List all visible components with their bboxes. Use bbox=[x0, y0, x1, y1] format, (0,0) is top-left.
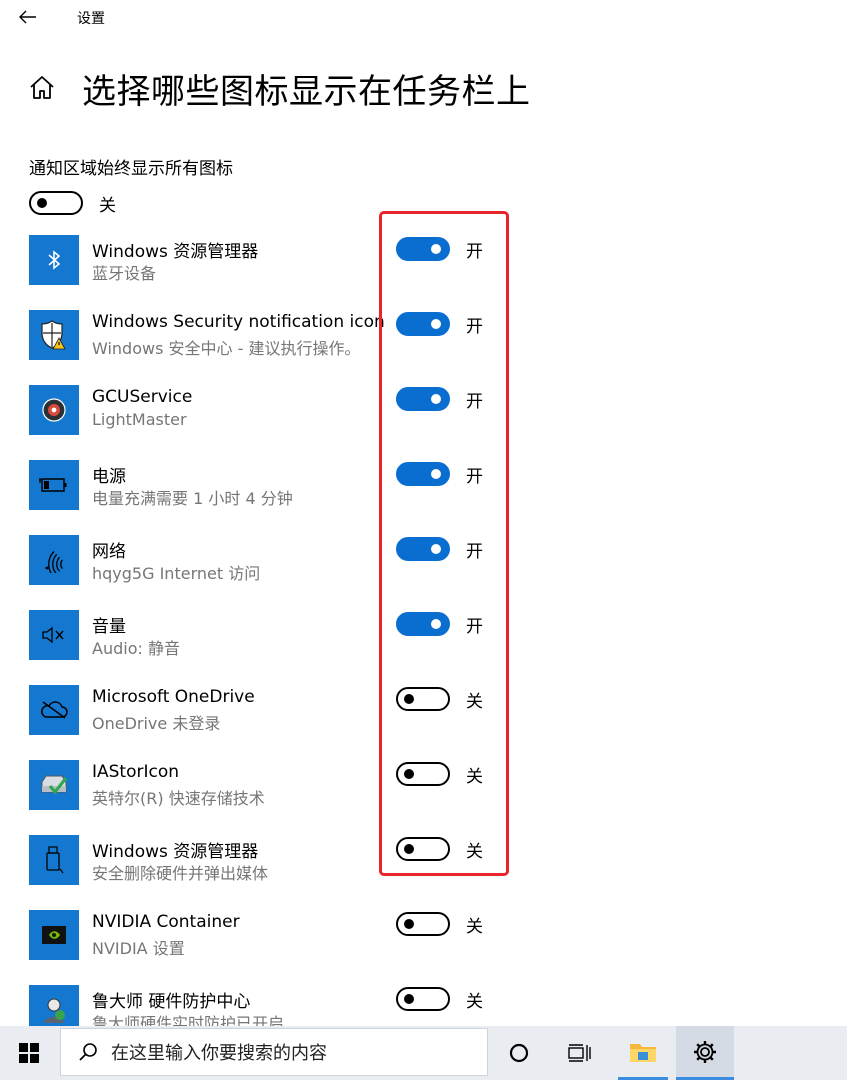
back-arrow-icon bbox=[19, 10, 36, 24]
cortana-icon bbox=[509, 1043, 529, 1063]
volume-muted-icon bbox=[29, 610, 79, 660]
list-item: GCUService LightMaster 开 bbox=[0, 385, 847, 460]
toggle-knob bbox=[404, 844, 414, 854]
item-desc: LightMaster bbox=[92, 410, 187, 429]
search-placeholder: 在这里输入你要搜索的内容 bbox=[111, 1043, 327, 1064]
item-state: 开 bbox=[466, 241, 483, 262]
toggle-knob bbox=[431, 319, 441, 329]
onedrive-icon bbox=[29, 685, 79, 735]
cortana-button[interactable] bbox=[496, 1026, 542, 1080]
item-state: 开 bbox=[466, 466, 483, 487]
always-show-toggle[interactable] bbox=[29, 191, 83, 215]
intel-storage-icon bbox=[29, 760, 79, 810]
item-name: IAStorIcon bbox=[92, 762, 180, 782]
item-state: 关 bbox=[466, 691, 483, 712]
nvidia-icon bbox=[29, 910, 79, 960]
item-name: Windows 资源管理器 bbox=[92, 842, 259, 862]
item-desc: hqyg5G Internet 访问 bbox=[92, 564, 261, 583]
item-state: 关 bbox=[466, 841, 483, 862]
toggle-knob bbox=[431, 469, 441, 479]
item-state: 关 bbox=[466, 916, 483, 937]
search-icon bbox=[77, 1041, 99, 1063]
list-item: 网络 hqyg5G Internet 访问 开 bbox=[0, 535, 847, 610]
always-show-setting: 关 bbox=[29, 190, 116, 216]
list-item: IAStorIcon 英特尔(R) 快速存储技术 关 bbox=[0, 760, 847, 835]
title-bar: 设置 bbox=[0, 0, 847, 36]
item-name: NVIDIA Container bbox=[92, 912, 240, 932]
item-desc: 电量充满需要 1 小时 4 分钟 bbox=[92, 489, 293, 508]
item-name: Microsoft OneDrive bbox=[92, 687, 255, 707]
item-name: 电源 bbox=[92, 467, 126, 487]
file-explorer-icon bbox=[630, 1043, 656, 1062]
item-toggle[interactable] bbox=[396, 537, 450, 561]
toggle-knob bbox=[431, 244, 441, 254]
wifi-icon bbox=[29, 535, 79, 585]
item-toggle[interactable] bbox=[396, 387, 450, 411]
toggle-knob bbox=[37, 198, 47, 208]
item-toggle[interactable] bbox=[396, 612, 450, 636]
task-view-icon bbox=[568, 1044, 591, 1062]
item-desc: 安全删除硬件并弹出媒体 bbox=[92, 864, 269, 883]
file-explorer-button[interactable] bbox=[618, 1026, 668, 1080]
item-desc: NVIDIA 设置 bbox=[92, 939, 185, 958]
gcu-service-icon bbox=[29, 385, 79, 435]
item-name: 鲁大师 硬件防护中心 bbox=[92, 992, 251, 1012]
item-desc: 英特尔(R) 快速存储技术 bbox=[92, 789, 265, 808]
windows-start-icon bbox=[19, 1043, 39, 1063]
always-show-state: 关 bbox=[99, 195, 116, 216]
item-toggle[interactable] bbox=[396, 237, 450, 261]
toggle-knob bbox=[431, 544, 441, 554]
list-item: 电源 电量充满需要 1 小时 4 分钟 开 bbox=[0, 460, 847, 535]
item-name: GCUService bbox=[92, 387, 193, 407]
list-item: Windows Security notification icon Windo… bbox=[0, 310, 847, 385]
taskbar-search-input[interactable]: 在这里输入你要搜索的内容 bbox=[60, 1028, 488, 1076]
list-item: Windows 资源管理器 安全删除硬件并弹出媒体 关 bbox=[0, 835, 847, 910]
item-state: 关 bbox=[466, 991, 483, 1012]
app-title: 设置 bbox=[77, 11, 105, 27]
list-item: NVIDIA Container NVIDIA 设置 关 bbox=[0, 910, 847, 985]
item-toggle[interactable] bbox=[396, 837, 450, 861]
item-desc: Audio: 静音 bbox=[92, 639, 180, 658]
task-view-button[interactable] bbox=[556, 1026, 602, 1080]
item-state: 开 bbox=[466, 616, 483, 637]
toggle-knob bbox=[404, 694, 414, 704]
item-toggle[interactable] bbox=[396, 312, 450, 336]
list-item: Windows 资源管理器 蓝牙设备 开 bbox=[0, 235, 847, 310]
bluetooth-icon bbox=[29, 235, 79, 285]
item-name: Windows Security notification icon bbox=[92, 312, 385, 332]
back-button[interactable] bbox=[14, 4, 42, 30]
item-desc: OneDrive 未登录 bbox=[92, 714, 221, 733]
settings-taskbar-button[interactable] bbox=[676, 1026, 734, 1080]
item-state: 关 bbox=[466, 766, 483, 787]
list-item: 音量 Audio: 静音 开 bbox=[0, 610, 847, 685]
toggle-knob bbox=[404, 769, 414, 779]
toggle-knob bbox=[431, 394, 441, 404]
start-button[interactable] bbox=[0, 1026, 58, 1080]
toggle-knob bbox=[431, 619, 441, 629]
item-desc: Windows 安全中心 - 建议执行操作。 bbox=[92, 339, 361, 358]
item-toggle[interactable] bbox=[396, 762, 450, 786]
item-state: 开 bbox=[466, 391, 483, 412]
item-toggle[interactable] bbox=[396, 987, 450, 1011]
item-toggle[interactable] bbox=[396, 462, 450, 486]
always-show-label: 通知区域始终显示所有图标 bbox=[29, 159, 233, 179]
home-icon[interactable] bbox=[28, 74, 56, 102]
usb-eject-icon bbox=[29, 835, 79, 885]
item-name: 音量 bbox=[92, 617, 126, 637]
page-title: 选择哪些图标显示在任务栏上 bbox=[82, 72, 531, 112]
toggle-knob bbox=[404, 994, 414, 1004]
item-toggle[interactable] bbox=[396, 912, 450, 936]
battery-icon bbox=[29, 460, 79, 510]
item-state: 开 bbox=[466, 316, 483, 337]
toggle-knob bbox=[404, 919, 414, 929]
item-desc: 蓝牙设备 bbox=[92, 264, 157, 283]
settings-gear-icon bbox=[694, 1040, 716, 1063]
item-name: 网络 bbox=[92, 542, 126, 562]
list-item: Microsoft OneDrive OneDrive 未登录 关 bbox=[0, 685, 847, 760]
taskbar: 在这里输入你要搜索的内容 bbox=[0, 1026, 847, 1080]
security-shield-icon bbox=[29, 310, 79, 360]
item-toggle[interactable] bbox=[396, 687, 450, 711]
item-state: 开 bbox=[466, 541, 483, 562]
item-name: Windows 资源管理器 bbox=[92, 242, 259, 262]
